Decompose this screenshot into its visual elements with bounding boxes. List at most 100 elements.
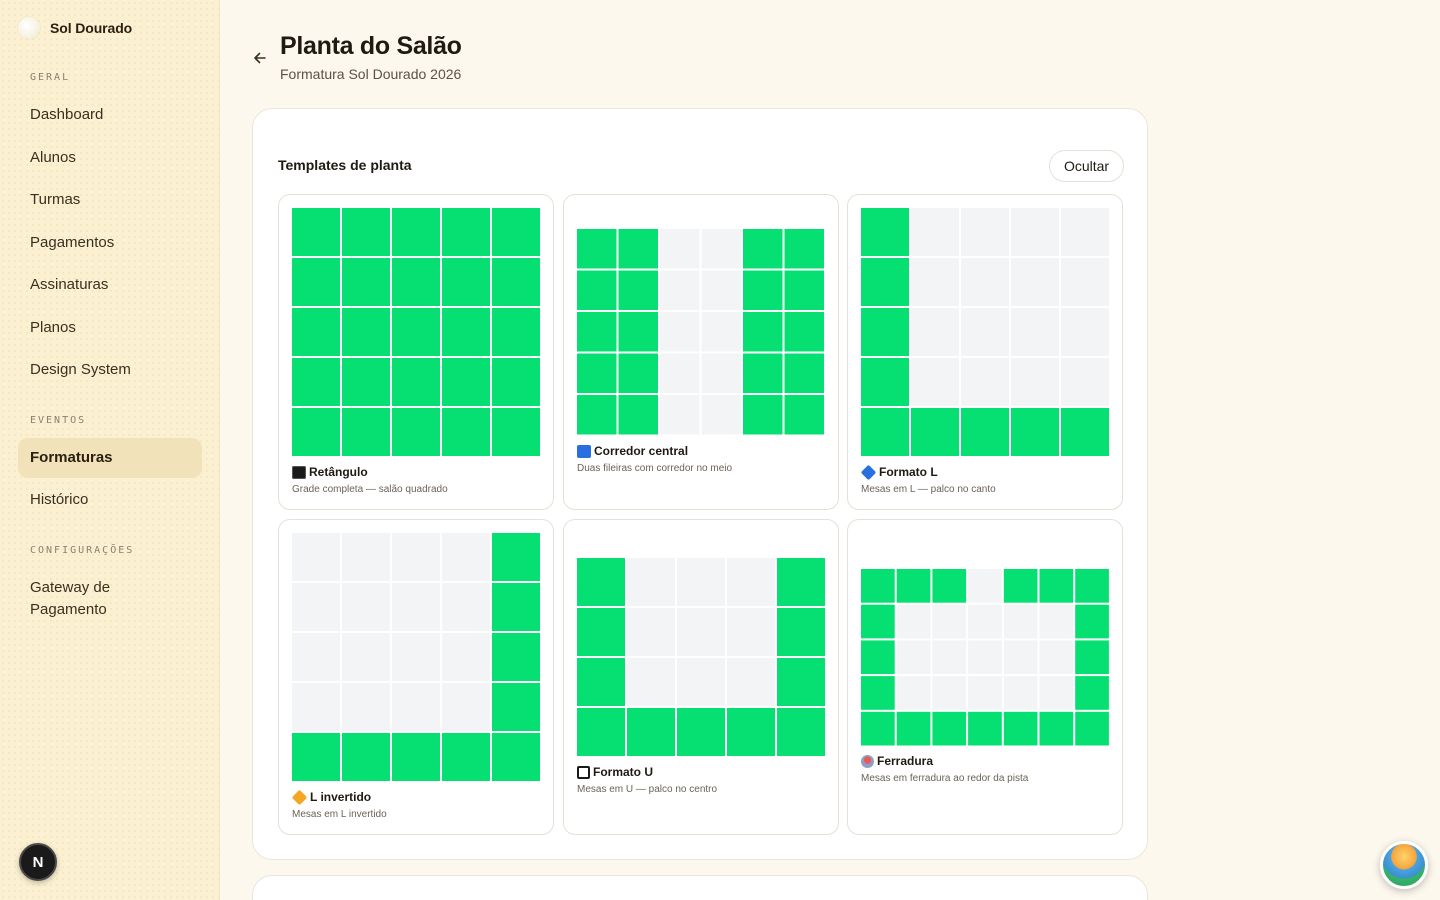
back-arrow-icon[interactable] <box>250 48 270 68</box>
table-cell <box>392 733 440 781</box>
template-card-corredor-central[interactable]: Corredor central Duas fileiras com corre… <box>563 194 839 510</box>
table-cell <box>861 408 909 456</box>
table-cell <box>577 229 617 269</box>
sidebar-item-gateway-de-pagamento[interactable]: Gateway de Pagamento <box>18 577 168 621</box>
table-cell <box>627 708 675 756</box>
brand[interactable]: Sol Dourado <box>18 17 132 39</box>
table-cell <box>292 733 340 781</box>
table-cell <box>492 533 540 581</box>
empty-cell <box>727 658 775 706</box>
table-cell <box>861 711 895 746</box>
table-cell <box>492 408 540 456</box>
empty-cell <box>292 633 340 681</box>
template-grid-formato-u <box>577 558 825 756</box>
table-cell <box>577 658 625 706</box>
table-cell <box>1075 569 1109 603</box>
empty-cell <box>1061 308 1109 356</box>
empty-cell <box>1003 676 1038 710</box>
empty-cell <box>911 358 959 406</box>
empty-cell <box>627 608 675 656</box>
empty-cell <box>342 583 390 631</box>
template-name-text: Formato L <box>879 465 938 479</box>
empty-cell <box>1039 640 1074 675</box>
table-cell <box>577 608 625 656</box>
table-cell <box>1003 711 1038 746</box>
table-cell <box>442 408 490 456</box>
empty-cell <box>727 608 775 656</box>
table-cell <box>342 733 390 781</box>
table-cell <box>861 676 895 710</box>
table-cell <box>1075 604 1109 639</box>
template-name: Formato U <box>577 765 653 779</box>
beach-avatar-icon[interactable] <box>1380 841 1428 889</box>
sidebar-item-pagamentos[interactable]: Pagamentos <box>18 232 202 254</box>
empty-cell <box>1011 258 1059 306</box>
templates-card-title: Templates de planta <box>278 157 412 173</box>
table-cell <box>342 358 390 406</box>
sidebar-item-assinaturas[interactable]: Assinaturas <box>18 274 202 296</box>
sidebar-item-turmas[interactable]: Turmas <box>18 189 202 211</box>
empty-cell <box>1011 308 1059 356</box>
table-cell <box>1039 569 1074 603</box>
empty-cell <box>701 229 741 269</box>
blue-square-icon <box>577 444 591 458</box>
empty-cell <box>677 558 725 606</box>
template-card-formato-l[interactable]: Formato L Mesas em L — palco no canto <box>847 194 1123 510</box>
table-cell <box>577 312 617 352</box>
sidebar-item-dashboard[interactable]: Dashboard <box>18 104 202 126</box>
table-cell <box>961 408 1009 456</box>
empty-cell <box>660 353 700 393</box>
sidebar-item-design-system[interactable]: Design System <box>18 359 202 381</box>
circus-tent-icon <box>861 754 874 768</box>
empty-cell <box>392 533 440 581</box>
table-cell <box>442 208 490 256</box>
empty-cell <box>932 640 967 675</box>
empty-cell <box>968 569 1002 603</box>
table-cell <box>492 358 540 406</box>
template-name-text: Retângulo <box>309 465 368 479</box>
template-name-text: Corredor central <box>594 444 689 458</box>
user-avatar-button[interactable]: N <box>19 843 57 881</box>
section-label-configuracoes: CONFIGURAÇÕES <box>30 545 135 556</box>
table-cell <box>1075 676 1109 710</box>
empty-cell <box>342 683 390 731</box>
table-cell <box>1061 408 1109 456</box>
empty-cell <box>660 229 700 269</box>
sidebar-item-formaturas[interactable]: Formaturas <box>18 438 202 478</box>
empty-cell <box>442 583 490 631</box>
template-name: L invertido <box>291 789 372 805</box>
hide-templates-button[interactable]: Ocultar <box>1049 150 1124 182</box>
table-cell <box>618 229 658 269</box>
empty-cell <box>660 312 700 352</box>
template-card-retangulo[interactable]: Retângulo Grade completa — salão quadrad… <box>278 194 554 510</box>
template-card-ferradura[interactable]: Ferradura Mesas em ferradura ao redor da… <box>847 519 1123 835</box>
template-grid-corredor-central <box>577 229 824 435</box>
empty-cell <box>292 583 340 631</box>
table-cell <box>618 312 658 352</box>
sidebar: Sol Dourado GERAL Dashboard Alunos Turma… <box>0 0 220 900</box>
template-name-text: L invertido <box>310 790 372 804</box>
sidebar-item-planos[interactable]: Planos <box>18 317 202 339</box>
table-cell <box>784 353 824 393</box>
empty-cell <box>1011 358 1059 406</box>
table-cell <box>784 270 824 310</box>
table-cell <box>743 229 783 269</box>
table-cell <box>784 312 824 352</box>
empty-cell <box>968 640 1002 675</box>
empty-cell <box>701 312 741 352</box>
template-card-l-invertido[interactable]: L invertido Mesas em L invertido <box>278 519 554 835</box>
table-cell <box>577 395 617 435</box>
table-cell <box>861 569 895 603</box>
template-grid-retangulo <box>292 208 540 456</box>
empty-cell <box>1061 208 1109 256</box>
template-card-formato-u[interactable]: Formato U Mesas em U — palco no centro <box>563 519 839 835</box>
sidebar-item-historico[interactable]: Histórico <box>18 489 202 511</box>
table-cell <box>861 308 909 356</box>
empty-cell <box>660 395 700 435</box>
table-cell <box>292 208 340 256</box>
table-cell <box>861 640 895 675</box>
orange-diamond-icon <box>291 789 308 805</box>
page-subtitle: Formatura Sol Dourado 2026 <box>280 66 462 82</box>
table-cell <box>1075 711 1109 746</box>
sidebar-item-alunos[interactable]: Alunos <box>18 147 202 169</box>
